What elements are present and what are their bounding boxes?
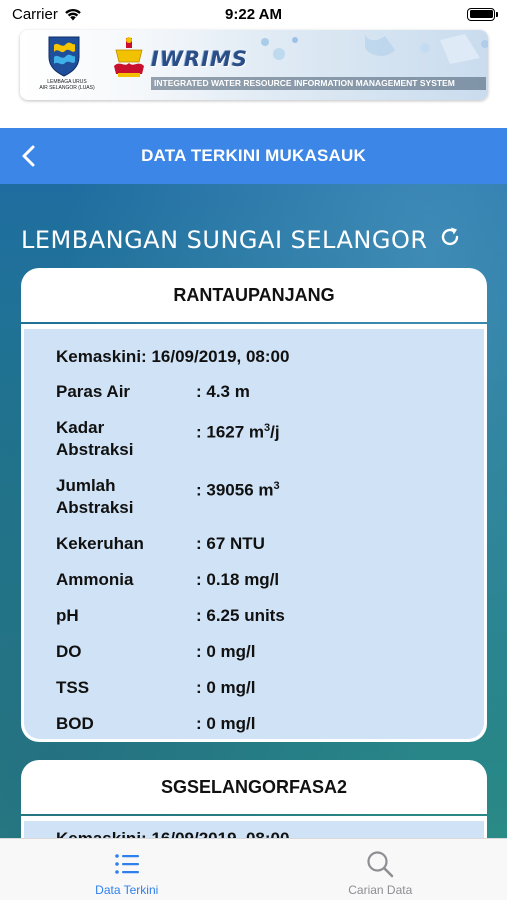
data-row-kadar-abstraksi: Kadar Abstraksi : 1627 m3/j	[56, 418, 280, 459]
status-bar: Carrier 9:22 AM	[0, 0, 507, 28]
station-data-panel: Kemaskini: 16/09/2019, 08:00 Paras Air :…	[24, 329, 484, 739]
station-card: Kemaskini: 16/09/2019, 08:00 Paras Air :…	[21, 324, 487, 742]
data-row-ph: pH : 6.25 units	[56, 606, 285, 625]
list-icon	[114, 854, 139, 874]
data-row-tss: TSS : 0 mg/l	[56, 678, 256, 697]
updated-line: Kemaskini: 16/09/2019, 08:00	[56, 347, 290, 366]
basin-title: LEMBANGAN SUNGAI SELANGOR	[21, 226, 428, 254]
data-row-bod: BOD : 0 mg/l	[56, 714, 256, 733]
iwrims-subtitle: INTEGRATED WATER RESOURCE INFORMATION MA…	[151, 77, 486, 90]
station-data-panel: Kemaskini: 16/09/2019, 08:00	[24, 821, 484, 838]
tab-label: Data Terkini	[95, 883, 159, 897]
nav-title: DATA TERKINI MUKASAUK	[141, 146, 366, 165]
water-drops-decoration-icon	[261, 30, 488, 64]
status-left: Carrier	[12, 6, 82, 23]
luas-logo-icon	[48, 36, 80, 77]
navigation-bar: DATA TERKINI MUKASAUK	[0, 128, 507, 184]
basin-row: LEMBANGAN SUNGAI SELANGOR	[21, 226, 462, 254]
carrier-label: Carrier	[12, 5, 58, 23]
data-row-paras-air: Paras Air : 4.3 m	[56, 382, 250, 401]
selangor-crest-icon	[114, 37, 144, 77]
battery-icon	[467, 7, 498, 21]
back-chevron-icon[interactable]	[18, 144, 40, 168]
search-icon	[367, 851, 394, 878]
iwrims-title: IWRIMS	[151, 47, 248, 71]
content-area[interactable]: LEMBANGAN SUNGAI SELANGOR RANTAUPANJANG …	[0, 184, 507, 838]
updated-line: Kemaskini: 16/09/2019, 08:00	[56, 829, 484, 838]
luas-caption: LEMBAGA URUS AIR SELANGOR (LUAS)	[39, 79, 95, 91]
station-card: Kemaskini: 16/09/2019, 08:00	[21, 816, 487, 838]
data-row-do: DO : 0 mg/l	[56, 642, 256, 661]
data-row-kekeruhan: Kekeruhan : 67 NTU	[56, 534, 265, 553]
data-row-jumlah-abstraksi: Jumlah Abstraksi : 39056 m3	[56, 476, 280, 517]
iwrims-banner: LEMBAGA URUS AIR SELANGOR (LUAS) IWRIMS …	[20, 30, 488, 100]
station-header: RANTAUPANJANG	[21, 268, 487, 322]
refresh-icon[interactable]	[438, 225, 462, 249]
data-row-ammonia: Ammonia : 0.18 mg/l	[56, 570, 280, 589]
tab-bar: Data Terkini Carian Data	[0, 838, 507, 900]
station-header: SGSELANGORFASA2	[21, 760, 487, 814]
wifi-icon	[65, 8, 81, 20]
tab-label: Carian Data	[348, 883, 413, 897]
tab-data-terkini[interactable]: Data Terkini	[0, 839, 254, 900]
tab-carian-data[interactable]: Carian Data	[254, 839, 507, 900]
